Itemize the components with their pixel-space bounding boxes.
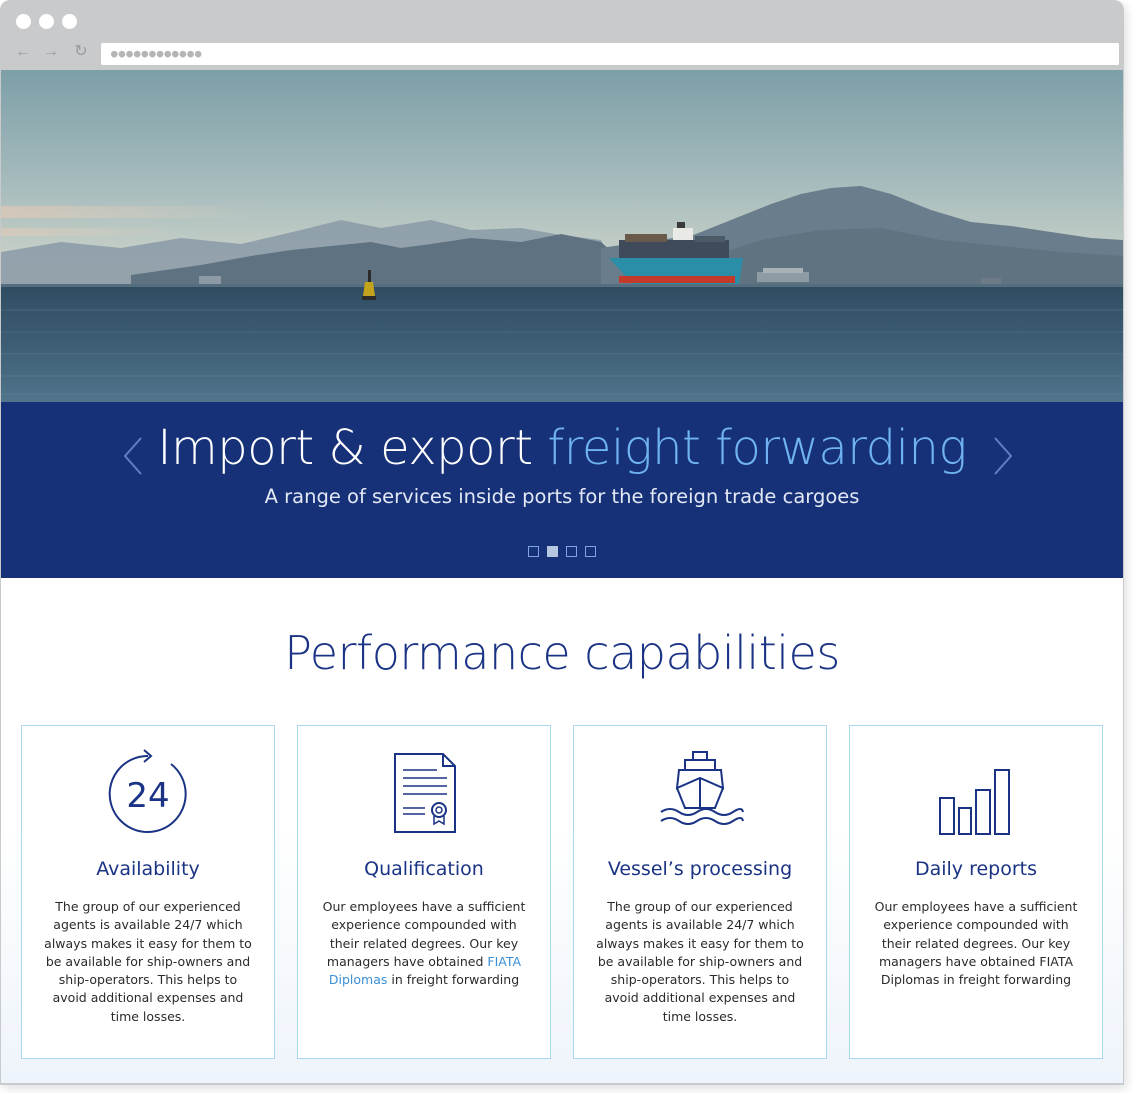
card-daily-reports: Daily reports Our employees have a suffi…: [849, 725, 1103, 1059]
browser-window: ← → ↻ ●●●●●●●●●●●● Import & export freig…: [0, 0, 1124, 1085]
slider-title-prefix: Import & export: [157, 420, 548, 476]
section-title: Performance capabilities: [284, 626, 840, 680]
card-title: Daily reports: [914, 858, 1038, 880]
card-text: Our employees have a sufficient experien…: [874, 899, 1078, 988]
card-title: Availability: [96, 858, 200, 880]
slider-title-highlight: freight forwarding: [547, 420, 967, 476]
slider-page-2[interactable]: [547, 546, 558, 557]
capabilities-cards: 24 Availability The group of our experie…: [21, 725, 1103, 1059]
slider-subtitle: A range of services inside ports for the…: [264, 485, 860, 508]
bar-chart-icon: [850, 748, 1102, 838]
card-text: The group of our experienced agents is a…: [596, 899, 804, 1024]
forward-arrow-icon[interactable]: →: [42, 43, 60, 61]
svg-text:24: 24: [126, 776, 169, 816]
page-viewport: Import & export freight forwarding A ran…: [1, 70, 1123, 1083]
hero-slider: Import & export freight forwarding A ran…: [1, 402, 1123, 578]
card-text: Our employees have a sufficient experien…: [316, 898, 532, 989]
slider-next-arrow-icon[interactable]: [987, 436, 1015, 476]
address-bar[interactable]: ●●●●●●●●●●●●: [101, 43, 1119, 65]
close-window-dot[interactable]: [16, 14, 31, 29]
card-availability: 24 Availability The group of our experie…: [21, 725, 275, 1059]
slider-pager: [528, 546, 596, 557]
back-arrow-icon[interactable]: ←: [14, 43, 32, 61]
window-controls: [16, 14, 77, 29]
slider-page-1[interactable]: [528, 546, 539, 557]
certificate-icon: [298, 748, 550, 838]
reload-icon[interactable]: ↻: [72, 43, 90, 61]
minimize-window-dot[interactable]: [39, 14, 54, 29]
card-vessels-processing: Vessel’s processing The group of our exp…: [573, 725, 827, 1059]
card-qualification: Qualification Our employees have a suffi…: [297, 725, 551, 1059]
card-text-after: in freight forwarding: [387, 972, 520, 988]
clock-24-icon: 24: [22, 748, 274, 838]
slider-title: Import & export freight forwarding: [1, 420, 1123, 476]
hero-image: [1, 70, 1123, 402]
card-title: Vessel’s processing: [607, 858, 793, 880]
ship-icon: [574, 748, 826, 838]
maximize-window-dot[interactable]: [62, 14, 77, 29]
card-title: Qualification: [364, 858, 484, 880]
slider-page-4[interactable]: [585, 546, 596, 557]
card-text: The group of our experienced agents is a…: [44, 899, 252, 1024]
slider-page-3[interactable]: [566, 546, 577, 557]
